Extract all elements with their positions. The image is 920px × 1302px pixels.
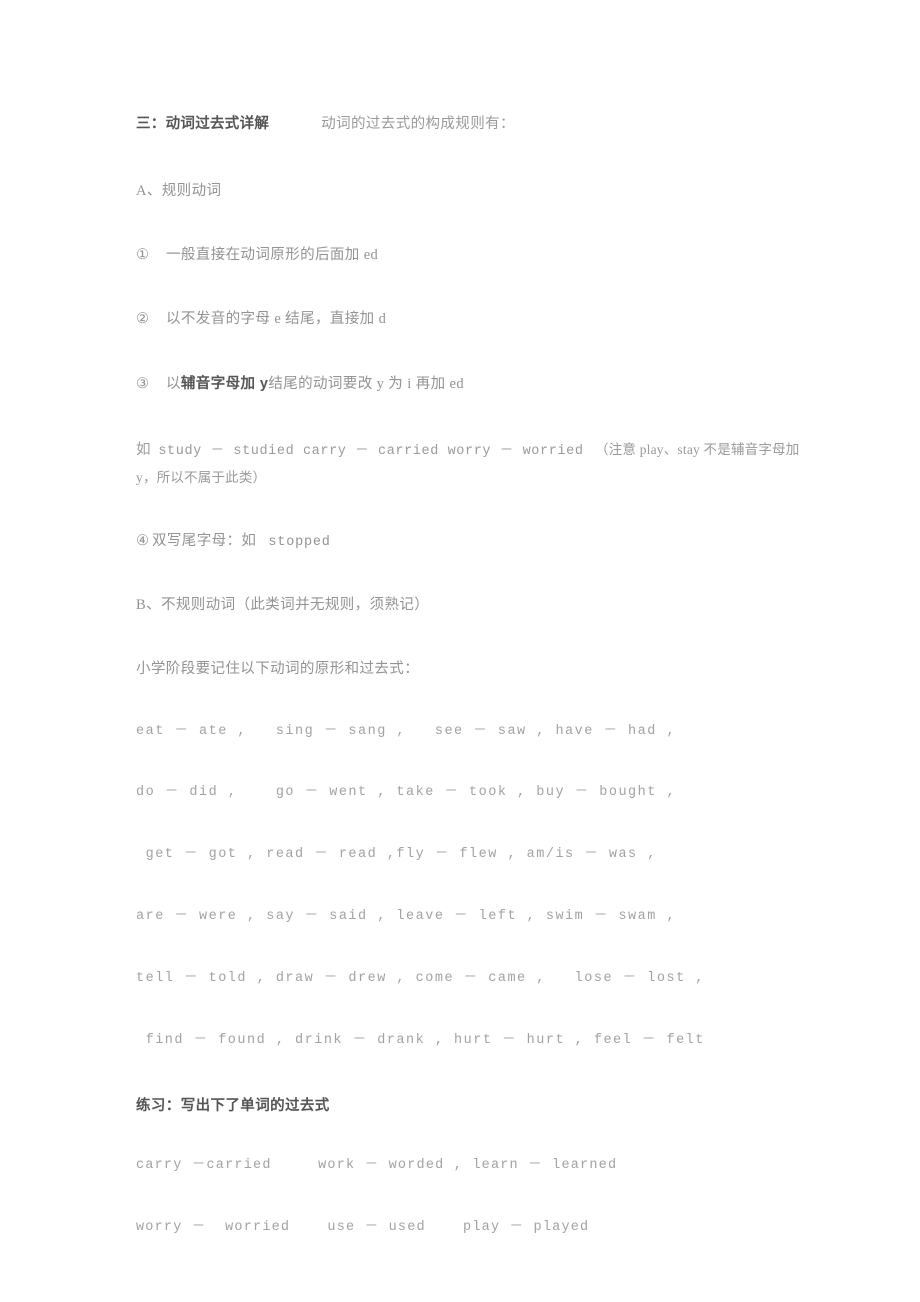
examples-line: 如 study － studied carry － carried worry … (136, 437, 801, 492)
rule-item-4: ④ 双写尾字母：如 stopped (136, 530, 816, 554)
rule-item-3: ③ 以辅音字母加 y结尾的动词要改 y 为 i 再加 ed (136, 373, 816, 396)
rule-item-1: ① 一般直接在动词原形的后面加 ed (136, 244, 816, 267)
rule-marker-1: ① (136, 247, 150, 264)
group-a-label: A、规则动词 (136, 183, 222, 199)
rule-text-2: 以不发音的字母 e 结尾，直接加 d (166, 311, 387, 328)
verb-line: do － did , go － went , take － took , buy… (136, 785, 677, 801)
verb-line: tell － told , draw － drew , come － came … (136, 971, 705, 987)
practice-line: carry －carried work － worded , learn － l… (136, 1157, 618, 1173)
verb-line: get － got , read － read ,fly － flew , am… (136, 847, 657, 863)
section-title: 三：动词过去式详解 (136, 116, 270, 132)
verb-line: eat － ate , sing － sang , see － saw , ha… (136, 723, 677, 739)
rule-marker-4: ④ (136, 532, 150, 549)
rule-text-4: 双写尾字母：如 (152, 532, 257, 549)
rule-item-2: ② 以不发音的字母 e 结尾，直接加 d (136, 308, 816, 331)
verb-line: find － found , drink － drank , hurt － hu… (136, 1032, 705, 1048)
rule-text-3-before: 以 (166, 375, 181, 392)
rule-marker-2: ② (136, 311, 150, 328)
rule-text-1: 一般直接在动词原形的后面加 ed (166, 247, 379, 264)
document-page: 三：动词过去式详解 动词的过去式的构成规则有： A、规则动词 ① 一般直接在动词原形… (0, 0, 920, 1302)
verb-line: are － were , say － said , leave － left ,… (136, 909, 677, 925)
group-b-intro: 小学阶段要记住以下动词的原形和过去式： (136, 661, 420, 678)
group-b-label: B、不规则动词（此类词并无规则，须熟记） (136, 597, 430, 614)
document-content: 三：动词过去式详解 动词的过去式的构成规则有： A、规则动词 ① 一般直接在动词原形… (136, 112, 816, 1281)
practice-heading: 练习：写出下了单词的过去式 (136, 1097, 330, 1114)
section-heading: 三：动词过去式详解 动词的过去式的构成规则有： (136, 112, 816, 133)
examples-prefix: 如 (136, 441, 151, 458)
examples-pairs: study － studied carry － carried worry － … (158, 443, 584, 459)
practice-line: worry － worried use － used play － played (136, 1219, 590, 1235)
rule-4-example: stopped (268, 534, 331, 550)
section-lead-in: 动词的过去式的构成规则有： (321, 116, 515, 132)
rule-marker-3: ③ (136, 375, 150, 392)
rule-text-3-after: 结尾的动词要改 y 为 i 再加 ed (268, 375, 465, 392)
rule-text-3-emphasis: 辅音字母加 y (180, 375, 269, 392)
